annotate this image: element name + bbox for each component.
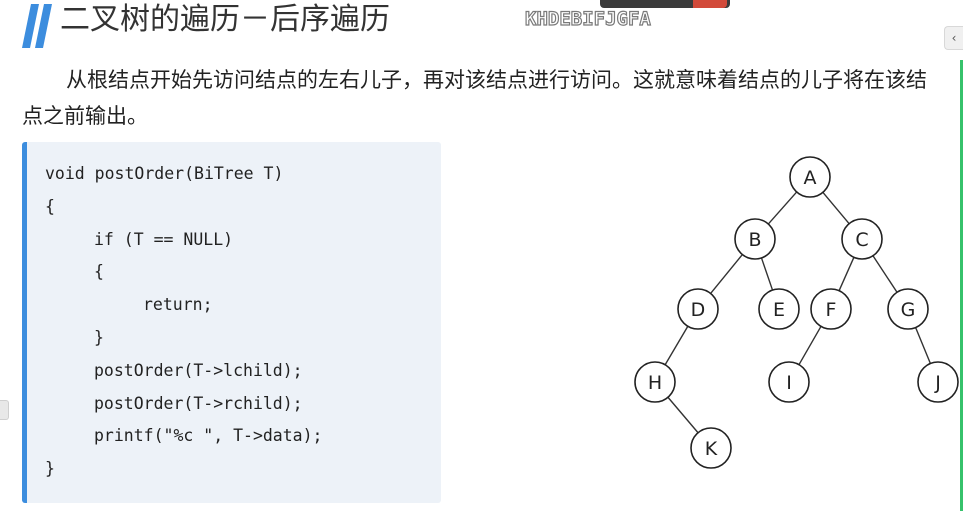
tree-node-E: E [758,288,800,330]
tree-node-C: C [841,218,883,260]
tree-node-circle [887,288,929,330]
tree-node-I: I [768,361,810,403]
tree-node-label: F [826,299,837,321]
tree-edge-A-C [822,191,850,225]
tree-node-F: F [810,288,852,330]
tree-node-label: H [648,372,662,394]
tree-node-circle [634,361,676,403]
tree-node-label: B [748,229,761,251]
code-line: } [94,328,104,347]
tree-node-label: D [691,299,706,321]
tree-node-circle [677,288,719,330]
video-overlay: KHDEBIFJGFA [524,0,730,36]
tree-edge-F-I [798,325,822,366]
tree-node-H: H [634,361,676,403]
code-line: postOrder(T->rchild); [94,393,303,413]
tree-edge-B-D [710,254,743,294]
tree-node-circle [789,156,831,198]
tree-node-circle [768,361,810,403]
tree-node-circle [841,218,883,260]
tree-node-circle [734,218,776,260]
tree-edge-C-G [872,255,898,293]
tree-node-K: K [690,427,732,469]
overlay-bar-accent [693,0,727,8]
code-line: printf("%c ", T->data); [94,426,323,446]
tree-edge-D-H [664,325,689,366]
tree-node-B: B [734,218,776,260]
tree-node-circle [810,288,852,330]
drag-handle[interactable] [0,400,9,420]
tree-node-A: A [789,156,831,198]
tree-edge-A-B [767,191,798,225]
tree-node-label: J [934,372,941,394]
code-line: } [45,459,55,479]
page-title: 二叉树的遍历－后序遍历 [60,2,390,37]
code-line: return; [143,295,213,315]
code-line: { [45,196,55,216]
chevron-left-icon[interactable]: ‹ [944,26,963,50]
tree-node-label: A [804,167,817,189]
tree-edge-B-E [760,257,774,291]
tree-node-circle [758,288,800,330]
code-block: void postOrder(BiTree T) { if (T == NULL) {… [22,142,441,503]
code-line: void postOrder(BiTree T) [45,164,284,183]
tree-node-label: I [786,372,792,394]
tree-edge-G-J [914,327,932,364]
code-line: postOrder(T->lchild); [94,360,303,380]
intro-paragraph: 从根结点开始先访问结点的左右儿子，再对该结点进行访问。这就意味着结点的儿子将在该… [22,68,927,128]
tree-edge-H-K [667,396,699,434]
tree-node-G: G [887,288,929,330]
tree-node-label: E [773,299,785,321]
tree-node-label: C [855,229,868,251]
code-line: if (T == NULL) [94,229,234,249]
tree-node-J: J [917,361,959,403]
code-line: { [94,262,104,282]
tree-node-circle [690,427,732,469]
watermark-text: KHDEBIFJGFA [524,7,651,30]
tree-node-label: G [901,299,916,321]
tree-node-D: D [677,288,719,330]
title-accent-icon [22,4,52,48]
tree-edge-C-F [838,257,855,291]
tree-node-circle [917,361,959,403]
tree-node-label: K [705,438,718,460]
